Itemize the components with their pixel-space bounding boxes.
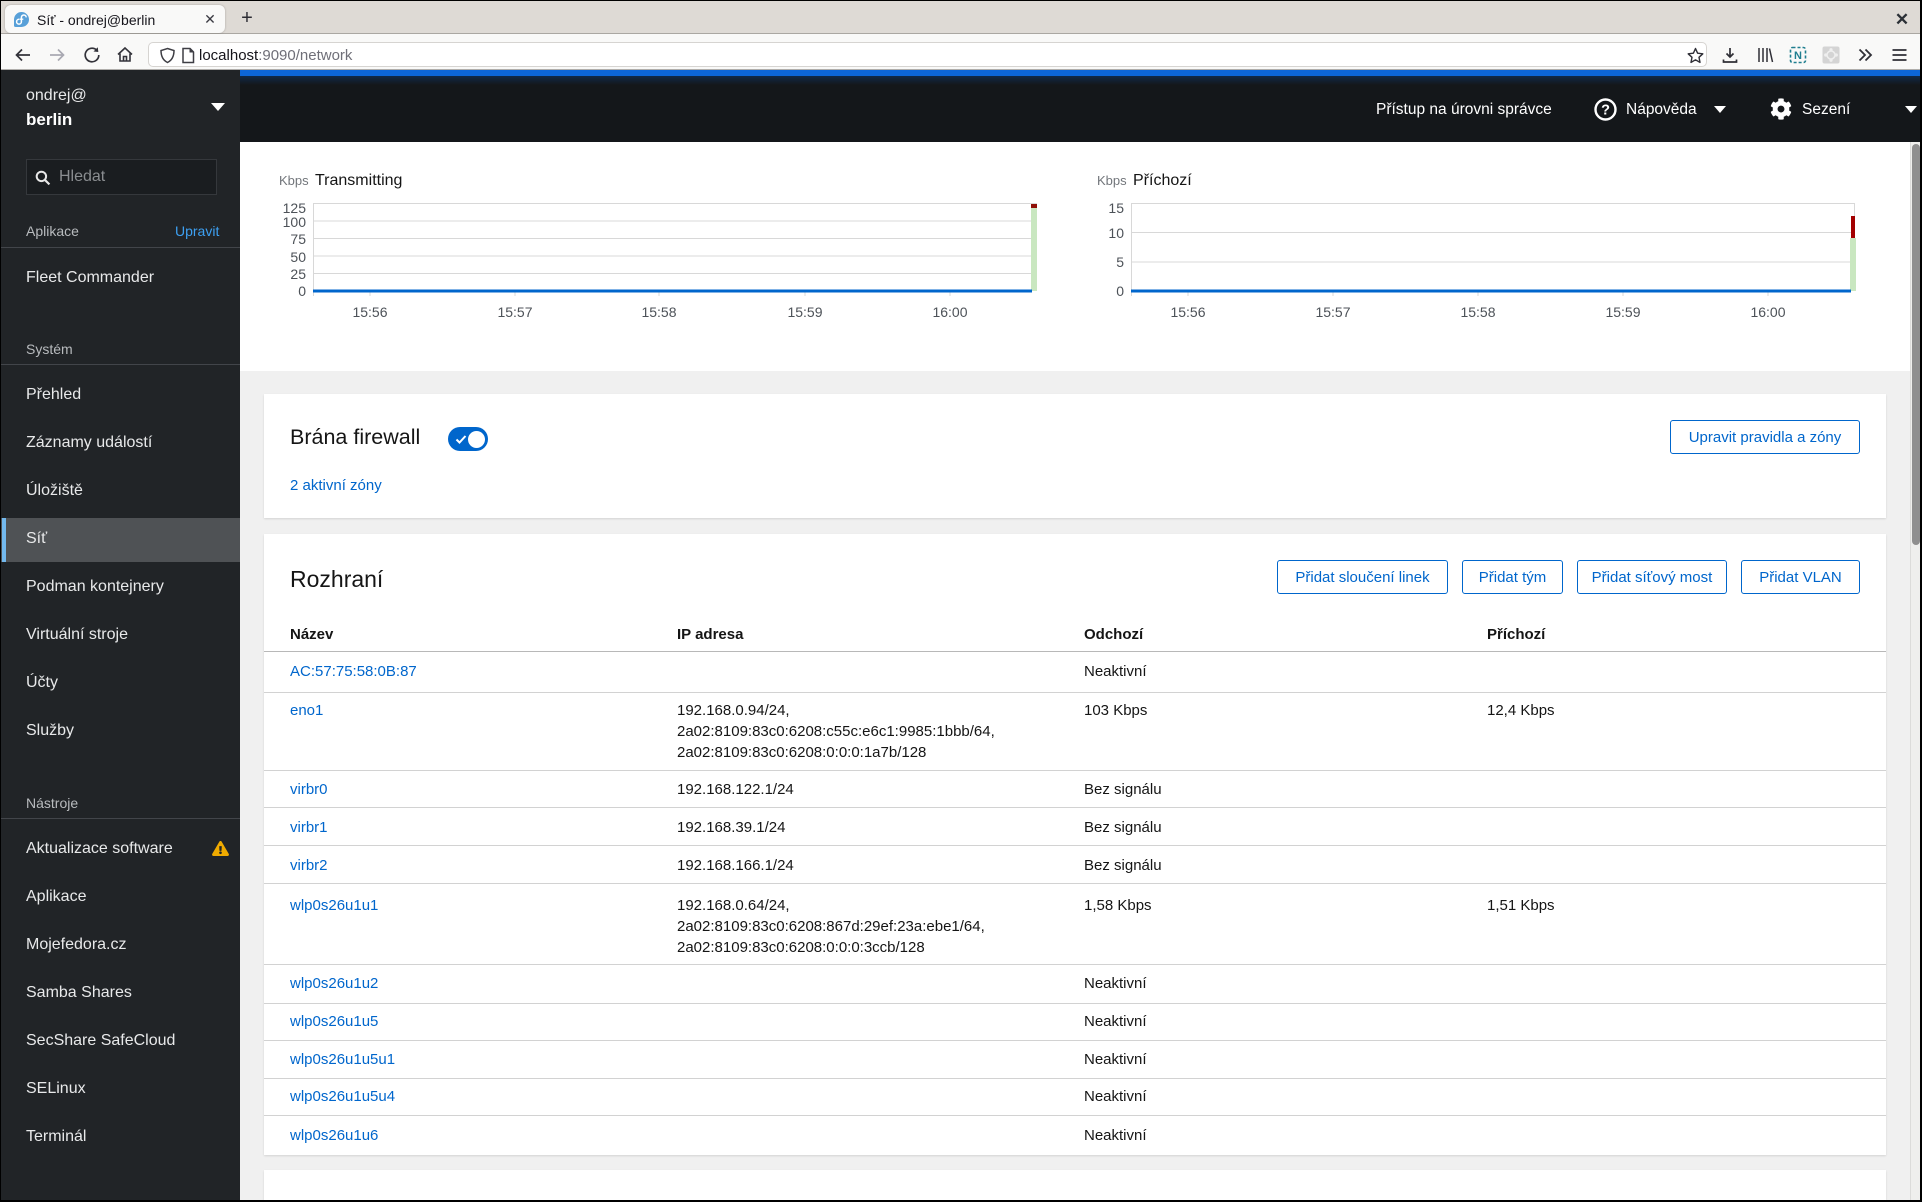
- svg-text:0: 0: [298, 283, 306, 299]
- svg-text:0: 0: [1116, 283, 1124, 299]
- svg-text:15:58: 15:58: [641, 304, 676, 320]
- svg-text:15:59: 15:59: [787, 304, 822, 320]
- svg-text:Transmitting: Transmitting: [315, 172, 402, 189]
- svg-text:5: 5: [1116, 254, 1124, 270]
- svg-text:25: 25: [290, 266, 306, 282]
- svg-text:15:59: 15:59: [1605, 304, 1640, 320]
- svg-text:10: 10: [1108, 225, 1124, 241]
- svg-text:16:00: 16:00: [1750, 304, 1785, 320]
- svg-text:15:56: 15:56: [1170, 304, 1205, 320]
- svg-text:16:00: 16:00: [932, 304, 967, 320]
- svg-text:Kbps: Kbps: [1097, 173, 1127, 188]
- svg-text:?: ?: [1601, 103, 1610, 119]
- svg-text:15:57: 15:57: [497, 304, 532, 320]
- svg-text:50: 50: [290, 249, 306, 265]
- svg-text:Příchozí: Příchozí: [1133, 172, 1192, 189]
- svg-text:N: N: [1794, 50, 1802, 62]
- svg-text:15: 15: [1108, 200, 1124, 216]
- svg-text:75: 75: [290, 231, 306, 247]
- svg-text:15:56: 15:56: [352, 304, 387, 320]
- svg-text:Kbps: Kbps: [279, 173, 309, 188]
- svg-text:15:57: 15:57: [1315, 304, 1350, 320]
- svg-text:100: 100: [283, 214, 307, 230]
- svg-text:15:58: 15:58: [1460, 304, 1495, 320]
